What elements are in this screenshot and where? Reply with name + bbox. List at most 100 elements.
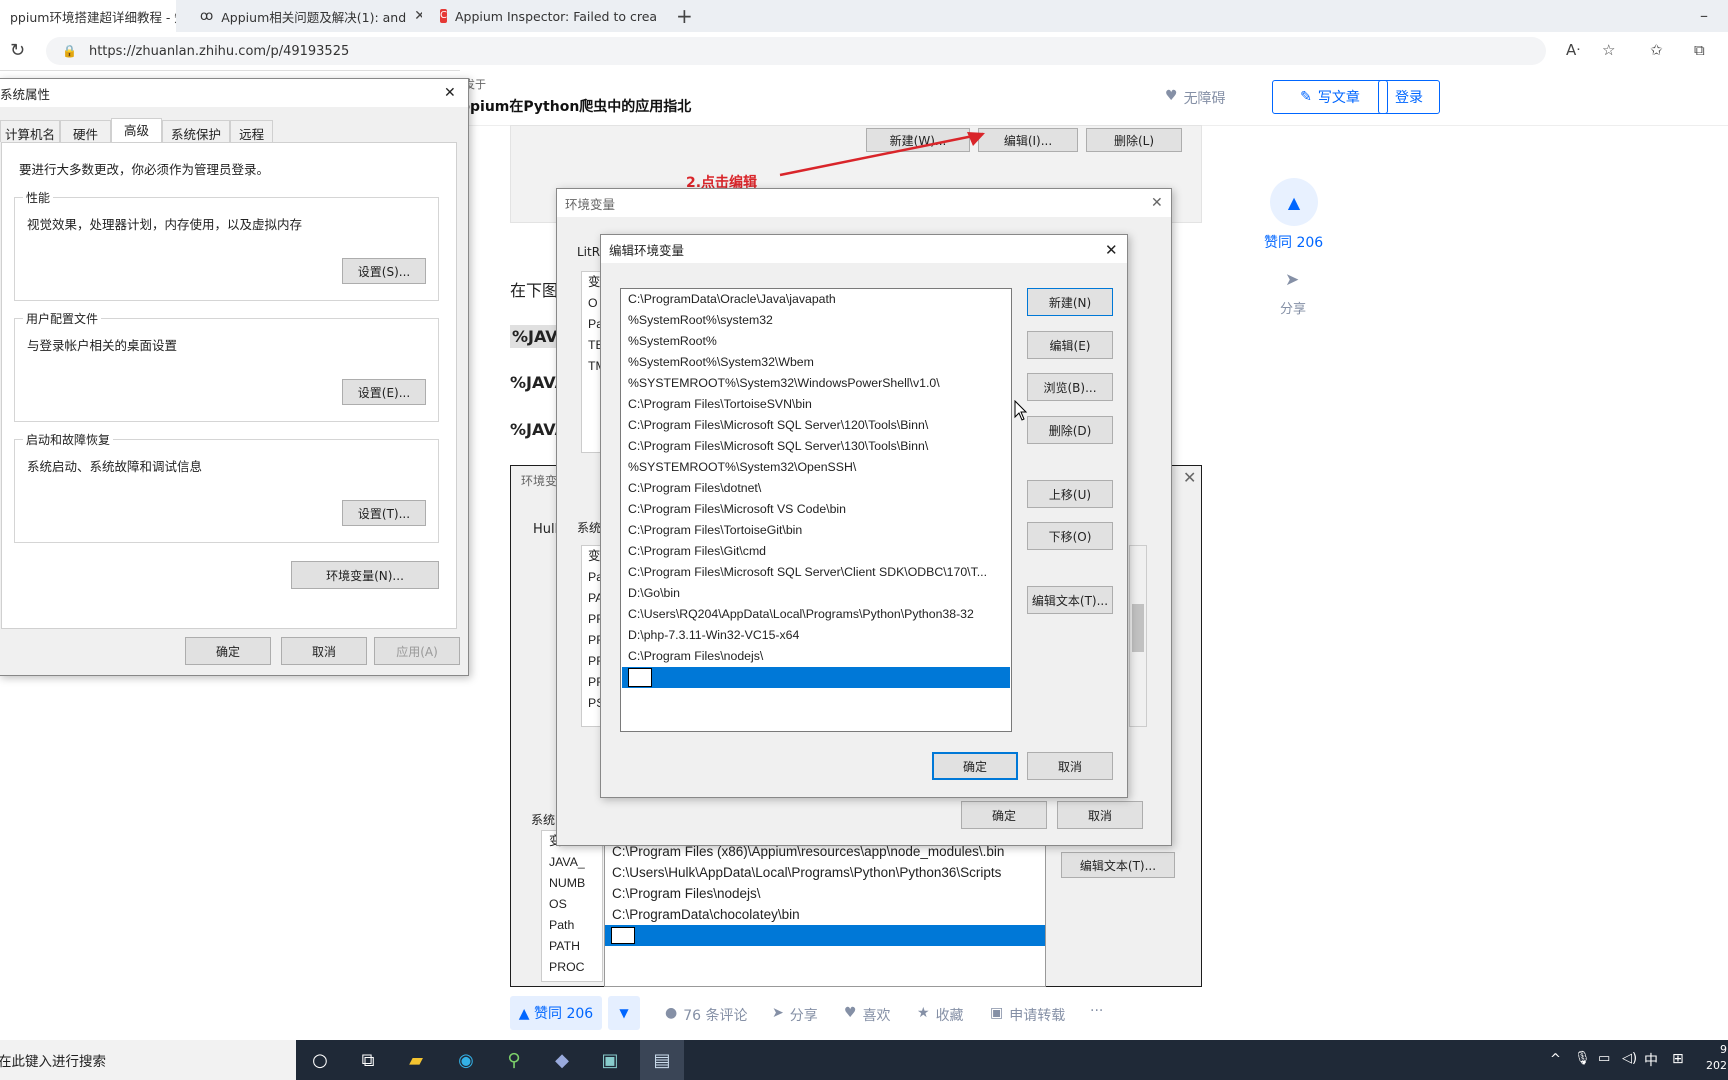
path-list-item[interactable]: %SYSTEMROOT%\System32\OpenSSH\ <box>621 457 1011 478</box>
path-list-item[interactable]: C:\Program Files\Microsoft VS Code\bin <box>621 499 1011 520</box>
path-list-item[interactable]: C:\Users\RQ204\AppData\Local\Programs\Py… <box>621 604 1011 625</box>
path-list-item[interactable]: C:\Program Files\TortoiseGit\bin <box>621 520 1011 541</box>
favorite-label: 收藏 <box>935 1008 964 1024</box>
path-list-item[interactable]: C:\Program Files\Microsoft SQL Server\Cl… <box>621 562 1011 583</box>
app-icon[interactable]: ◆ <box>540 1040 584 1080</box>
new-path-row[interactable] <box>622 667 1010 688</box>
accessibility-label: 无障碍 <box>1183 91 1226 107</box>
edit-button[interactable]: 编辑(E) <box>1027 331 1113 359</box>
move-down-button[interactable]: 下移(O) <box>1027 522 1113 550</box>
favorite-button[interactable]: ★ 收藏 <box>917 1005 964 1025</box>
task-view-icon[interactable]: ⧉ <box>346 1040 390 1080</box>
refresh-icon[interactable]: ↻ <box>10 40 25 61</box>
browse-button[interactable]: 浏览(B)... <box>1027 373 1113 401</box>
ok-button[interactable]: 确定 <box>185 637 271 665</box>
like-button[interactable]: ♥ 喜欢 <box>844 1005 891 1025</box>
close-icon[interactable]: ✕ <box>444 85 456 101</box>
bottom-vote-button[interactable]: ▲ 赞同 206 <box>510 996 602 1030</box>
path-list-item[interactable]: D:\php-7.3.11-Win32-VC15-x64 <box>621 625 1011 646</box>
startup-settings-button[interactable]: 设置(T)... <box>342 500 426 526</box>
favorites-icon[interactable]: ✩ <box>1650 41 1663 59</box>
ime-indicator[interactable]: 中 <box>1644 1050 1658 1070</box>
accessibility-link[interactable]: ♥ 无障碍 <box>1165 88 1226 108</box>
bottom-vote-down-button[interactable]: ▼ <box>608 996 640 1030</box>
move-up-button[interactable]: 上移(U) <box>1027 480 1113 508</box>
comments-button[interactable]: ● 76 条评论 <box>665 1005 747 1025</box>
path-list-item[interactable]: C:\Program Files\Microsoft SQL Server\13… <box>621 436 1011 457</box>
add-favorite-icon[interactable]: ☆ <box>1602 41 1615 59</box>
tab-remote[interactable]: 远程 <box>230 120 274 142</box>
path-list-item[interactable]: %SYSTEMROOT%\System32\WindowsPowerShell\… <box>621 373 1011 394</box>
path-list-item[interactable]: D:\Go\bin <box>621 583 1011 604</box>
apply-button[interactable]: 应用(A) <box>374 637 460 665</box>
write-label: 写文章 <box>1317 90 1360 106</box>
url-box[interactable]: 🔒 https://zhuanlan.zhihu.com/p/49193525 <box>46 37 1546 65</box>
ok-button[interactable]: 确定 <box>932 752 1018 780</box>
network-icon[interactable]: ▭ <box>1598 1051 1610 1066</box>
environment-variables-button[interactable]: 环境变量(N)... <box>291 561 439 589</box>
minimize-icon[interactable]: – <box>1700 6 1708 25</box>
system-properties-taskbar-icon[interactable]: ▤ <box>640 1040 684 1080</box>
bottom-share-button[interactable]: ➤ 分享 <box>772 1005 818 1025</box>
performance-settings-button[interactable]: 设置(S)... <box>342 258 426 284</box>
browser-tab-1[interactable]: ppium环境搭建超详细教程 - 知 ✕ <box>0 0 176 32</box>
cancel-button[interactable]: 取消 <box>1057 801 1143 829</box>
path-list-item[interactable]: C:\Program Files\TortoiseSVN\bin <box>621 394 1011 415</box>
path-list[interactable]: C:\ProgramData\Oracle\Java\javapath %Syst… <box>620 288 1012 732</box>
tab-favicon-icon: ꝏ <box>200 8 214 24</box>
taskbar-search-box[interactable]: 在此键入进行搜索 <box>0 1040 296 1080</box>
share-icon[interactable]: ➤ <box>1285 270 1299 290</box>
microphone-icon[interactable]: 🎙 <box>1574 1051 1591 1066</box>
comments-label: 76 条评论 <box>683 1008 748 1024</box>
path-list-item[interactable]: %SystemRoot% <box>621 331 1011 352</box>
ok-button[interactable]: 确定 <box>961 801 1047 829</box>
cancel-button[interactable]: 取消 <box>281 637 367 665</box>
clock-date: 202 <box>1706 1059 1727 1072</box>
more-button[interactable]: ··· <box>1090 1003 1103 1019</box>
list-item: OS <box>549 897 567 911</box>
new-button[interactable]: 新建(N) <box>1027 288 1113 316</box>
path-list-item[interactable]: %SystemRoot%\System32\Wbem <box>621 352 1011 373</box>
path-list-item[interactable]: C:\Program Files\Microsoft SQL Server\12… <box>621 415 1011 436</box>
browser-tab-3[interactable]: C Appium Inspector: Failed to crea ✕ <box>430 0 662 32</box>
close-tab-icon[interactable]: ✕ <box>414 8 422 24</box>
tab-advanced[interactable]: 高级 <box>111 118 163 142</box>
new-tab-icon[interactable]: + <box>676 4 693 28</box>
file-explorer-icon[interactable]: ▰ <box>394 1040 438 1080</box>
volume-icon[interactable]: ◁) <box>1622 1051 1637 1066</box>
cancel-button[interactable]: 取消 <box>1027 752 1113 780</box>
tab-hardware[interactable]: 硬件 <box>60 120 112 142</box>
clock[interactable]: 9 202 <box>1706 1042 1727 1074</box>
tab-title: Appium Inspector: Failed to crea <box>454 8 658 24</box>
control-panel-icon[interactable]: ▣ <box>588 1040 632 1080</box>
login-label: 登录 <box>1395 90 1423 106</box>
reprint-button[interactable]: ▣ 申请转载 <box>990 1005 1065 1025</box>
path-list-item[interactable]: C:\Program Files\Git\cmd <box>621 541 1011 562</box>
close-icon[interactable]: ✕ <box>1105 241 1118 259</box>
edge-browser-icon[interactable]: ◉ <box>444 1040 488 1080</box>
path-edit-input[interactable] <box>628 668 652 687</box>
vote-up-icon[interactable]: ▲ <box>1270 178 1318 226</box>
delete-button[interactable]: 删除(D) <box>1027 416 1113 444</box>
edit-text-button[interactable]: 编辑文本(T)... <box>1027 586 1113 614</box>
browser-tab-2[interactable]: ꝏ Appium相关问题及解决(1): and ✕ <box>190 0 422 32</box>
login-button[interactable]: 登录 <box>1378 80 1440 114</box>
profile-settings-button[interactable]: 设置(E)... <box>342 379 426 405</box>
scrollbar[interactable] <box>1129 545 1147 727</box>
path-list-item[interactable]: %SystemRoot%\system32 <box>621 310 1011 331</box>
ime-mode-icon[interactable]: ⊞ <box>1672 1051 1684 1067</box>
write-article-button[interactable]: ✎ 写文章 <box>1272 80 1388 114</box>
collections-icon[interactable]: ⧉ <box>1694 41 1705 59</box>
path-list-item[interactable]: C:\Program Files\nodejs\ <box>621 646 1011 667</box>
read-aloud-icon[interactable]: Aᐧ <box>1566 41 1580 59</box>
cortana-icon[interactable]: ○ <box>298 1040 342 1080</box>
search-app-icon[interactable]: ⚲ <box>492 1040 536 1080</box>
clock-time: 9 <box>1720 1043 1727 1056</box>
scrollbar-thumb[interactable] <box>1132 604 1144 652</box>
path-list-item[interactable]: C:\ProgramData\Oracle\Java\javapath <box>621 289 1011 310</box>
path-list-item[interactable]: C:\Program Files\dotnet\ <box>621 478 1011 499</box>
tray-chevron-icon[interactable]: ^ <box>1550 1052 1561 1067</box>
close-icon[interactable]: ✕ <box>1151 195 1163 211</box>
tab-computer-name[interactable]: 计算机名 <box>0 120 61 142</box>
tab-system-protection[interactable]: 系统保护 <box>162 120 231 142</box>
